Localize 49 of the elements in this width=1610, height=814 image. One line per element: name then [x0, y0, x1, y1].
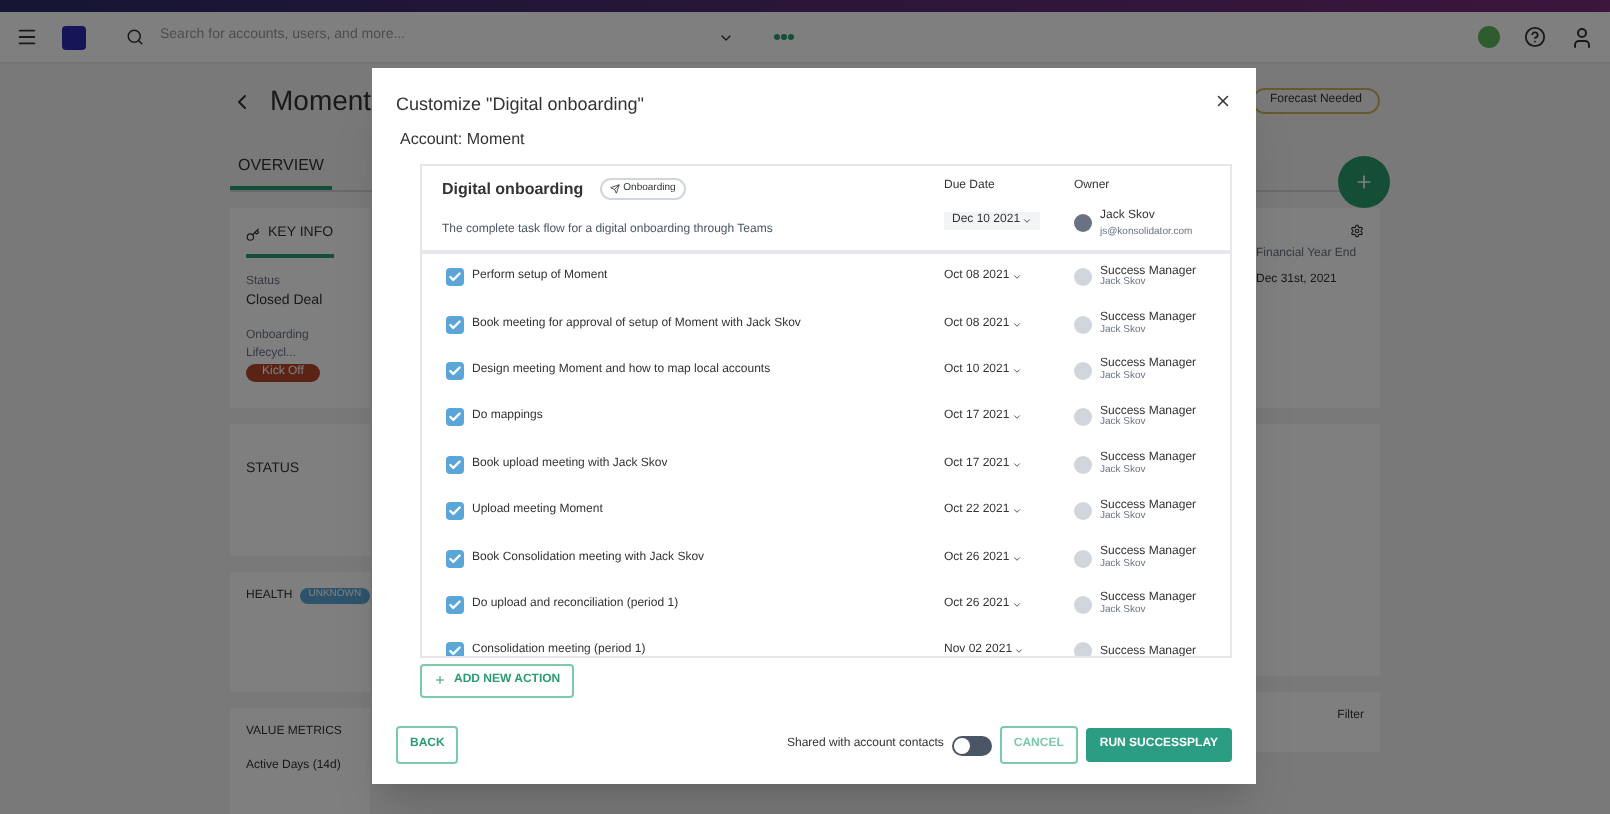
key-icon: [246, 227, 260, 242]
close-button[interactable]: [1214, 92, 1232, 110]
dialog-title: Customize "Digital onboarding": [396, 92, 646, 118]
plus-icon: [434, 674, 446, 686]
settings-icon[interactable]: [1350, 224, 1364, 238]
checkbox[interactable]: [446, 455, 464, 474]
caret-icon: [1011, 553, 1022, 564]
checkbox[interactable]: [446, 361, 464, 380]
avatar-icon: [1074, 214, 1092, 233]
play-name: Digital onboarding: [442, 177, 584, 201]
plus-icon: [1354, 172, 1374, 192]
caret-icon: [1011, 272, 1022, 283]
avatar-icon[interactable]: [1570, 25, 1594, 49]
checkbox[interactable]: [446, 408, 464, 427]
avatar-icon: [1074, 595, 1092, 614]
avatar-icon: [1074, 315, 1092, 334]
caret-icon: [1011, 412, 1022, 423]
search-icon: [126, 28, 144, 46]
avatar-icon: [1074, 268, 1092, 287]
avatar-icon: [1074, 502, 1092, 521]
notification-icon[interactable]: [1478, 26, 1500, 48]
send-icon: [609, 184, 620, 194]
caret-icon: [1011, 506, 1022, 517]
avatar-icon: [1074, 408, 1092, 427]
caret-icon: [1011, 365, 1022, 376]
tab[interactable]: OVERVIEW: [230, 154, 332, 190]
avatar-icon: [1074, 642, 1092, 655]
account-name: Moment: [270, 82, 372, 120]
caret-icon: [1011, 319, 1022, 330]
account-label: Account: Moment: [400, 127, 527, 151]
menu-icon[interactable]: [16, 26, 38, 48]
avatar-icon: [1074, 549, 1092, 568]
caret-icon: [1011, 459, 1022, 470]
caret-icon: [1011, 599, 1022, 610]
checkbox[interactable]: [446, 315, 464, 334]
checkbox[interactable]: [446, 595, 464, 614]
help-icon[interactable]: [1524, 26, 1546, 48]
checkbox[interactable]: [446, 268, 464, 287]
share-toggle[interactable]: [951, 735, 992, 755]
avatar-icon: [1074, 361, 1092, 380]
checkbox[interactable]: [446, 642, 464, 655]
caret-icon: [1022, 215, 1033, 225]
logo-icon[interactable]: [62, 25, 86, 49]
avatar-icon: [1074, 455, 1092, 474]
caret-icon: [1014, 646, 1025, 655]
add-button[interactable]: [1338, 156, 1390, 208]
checkbox[interactable]: [446, 502, 464, 521]
dots-icon[interactable]: [774, 34, 794, 40]
checkbox[interactable]: [446, 549, 464, 568]
